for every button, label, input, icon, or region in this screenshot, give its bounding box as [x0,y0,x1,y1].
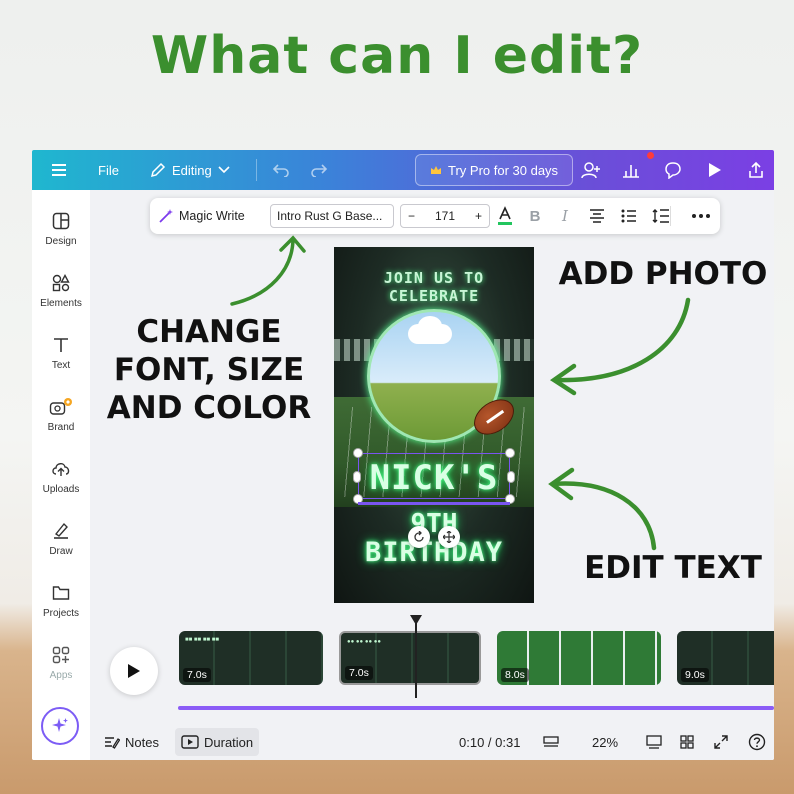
grid-view-icon[interactable] [680,728,694,756]
clip-thumbnail: ●● ●● ●● ●● [347,639,381,645]
help-icon[interactable] [748,728,766,756]
timeline-clip[interactable]: 9.0s [677,631,774,685]
duration-button[interactable]: Duration [175,728,260,756]
audio-track-bar[interactable] [178,706,774,710]
zoom-level[interactable]: 22% [592,728,618,756]
clip-duration: 8.0s [501,668,529,682]
notes-icon [105,737,120,749]
play-icon [128,664,140,678]
bottom-bar: Notes Duration 0:10 / 0:31 22% [32,728,774,760]
playhead-line[interactable] [415,620,417,698]
clip-duration: 7.0s [183,668,211,682]
pages-view-icon[interactable] [646,728,662,756]
page-size-icon[interactable] [543,728,559,756]
clip-thumbnail: ■■ ■■ ■■ ■■ [185,637,219,643]
notes-button[interactable]: Notes [104,728,159,756]
notes-label: Notes [125,734,159,750]
arrow-to-toolbar [230,235,306,306]
timeline-play-button[interactable] [110,647,158,695]
clip-duration: 9.0s [681,668,709,682]
time-readout: 0:10 / 0:31 [459,734,521,750]
timeline-clip[interactable]: ■■ ■■ ■■ ■■ 7.0s [179,631,323,685]
timeline-clip-active[interactable]: ●● ●● ●● ●● 7.0s [339,631,481,685]
fullscreen-icon[interactable] [714,728,728,756]
timeline-clip[interactable]: 8.0s [497,631,661,685]
duration-label: Duration [204,734,254,750]
duration-icon [181,735,199,749]
arrow-to-photo [549,297,691,396]
clip-duration: 7.0s [345,666,373,680]
arrow-to-text [548,467,657,551]
